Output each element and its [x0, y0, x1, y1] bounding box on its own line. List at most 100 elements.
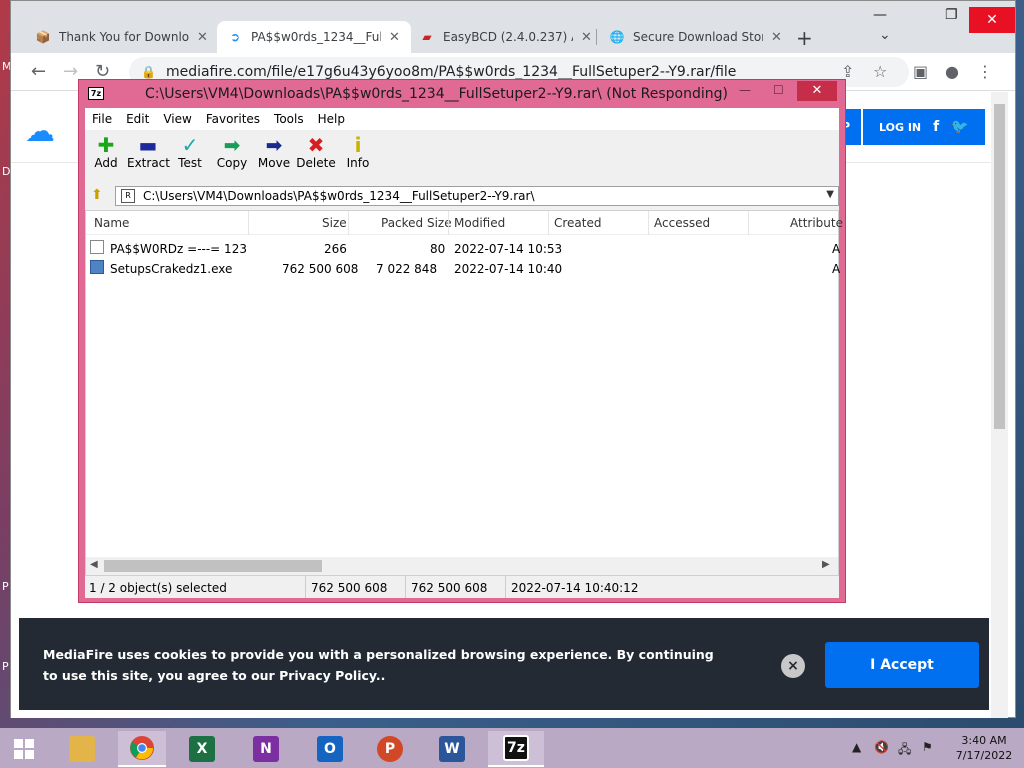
clock-date: 7/17/2022 — [955, 749, 1013, 762]
tab-mediafire[interactable]: ➲ PA$$w0rds_1234__FullS ✕ — [217, 21, 411, 53]
close-window-icon[interactable]: ✕ — [969, 7, 1015, 33]
col-created[interactable]: Created — [554, 216, 602, 230]
restore-icon[interactable]: ❐ — [945, 7, 958, 23]
tab-search-icon[interactable]: ⌄ — [879, 27, 891, 43]
minimize-icon[interactable]: — — [739, 83, 751, 97]
twitter-icon[interactable]: 🐦 — [951, 119, 968, 135]
file-name: SetupsCrakedz1.exe — [110, 262, 233, 276]
status-divider — [505, 576, 506, 598]
tab-strip: 📦 Thank You for Downloa ✕ ➲ PA$$w0rds_12… — [11, 1, 1015, 53]
horizontal-scrollbar[interactable]: ◀ ▶ — [86, 557, 838, 575]
folder-up-icon[interactable]: ⬆ — [91, 187, 103, 203]
new-tab-icon[interactable]: + — [796, 26, 813, 50]
taskbar-file-explorer[interactable] — [58, 731, 106, 767]
close-tab-icon[interactable]: ✕ — [197, 30, 208, 45]
cookie-text: MediaFire uses cookies to provide you wi… — [43, 647, 714, 683]
copy-button[interactable]: ➡ Copy — [211, 134, 253, 170]
col-size[interactable]: Size — [322, 216, 347, 230]
profile-icon[interactable]: ● — [945, 62, 959, 81]
column-divider — [648, 211, 649, 235]
minimize-icon[interactable]: — — [873, 7, 887, 23]
scrollbar-thumb[interactable] — [994, 104, 1005, 429]
sevenzip-body: File Edit View Favorites Tools Help ✚ Ad… — [85, 108, 843, 598]
col-attributes[interactable]: Attribute — [790, 216, 843, 230]
sevenzip-toolbar: ✚ Add ▬ Extract ✓ Test ➡ Copy ➡ Move ✖ D… — [85, 130, 839, 182]
tool-label: Copy — [216, 156, 248, 170]
col-packed-size[interactable]: Packed Size — [381, 216, 452, 230]
menu-view[interactable]: View — [156, 112, 198, 126]
tool-label: Delete — [296, 156, 336, 170]
info-button[interactable]: i Info — [337, 134, 379, 170]
status-packed: 762 500 608 — [411, 581, 488, 595]
taskbar-chrome[interactable] — [118, 731, 166, 767]
tab-title: PA$$w0rds_1234__FullS — [251, 30, 381, 44]
exe-file-icon — [90, 260, 104, 274]
menu-help[interactable]: Help — [311, 112, 352, 126]
window-title: C:\Users\VM4\Downloads\PA$$w0rds_1234__F… — [145, 86, 728, 102]
scroll-right-icon[interactable]: ▶ — [822, 559, 830, 570]
cookie-close-button[interactable]: × — [781, 654, 805, 678]
onenote-icon: N — [253, 736, 279, 762]
mediafire-logo[interactable]: ☁ — [25, 114, 75, 149]
delete-button[interactable]: ✖ Delete — [295, 134, 337, 170]
bookmark-star-icon[interactable]: ☆ — [873, 62, 887, 81]
accept-cookies-button[interactable]: I Accept — [825, 642, 979, 688]
menu-file[interactable]: File — [85, 112, 119, 126]
col-name[interactable]: Name — [94, 216, 129, 230]
tab-thank-you[interactable]: 📦 Thank You for Downloa ✕ — [25, 21, 218, 53]
sevenzip-titlebar[interactable]: 7z C:\Users\VM4\Downloads\PA$$w0rds_1234… — [79, 80, 845, 108]
taskbar-onenote[interactable]: N — [242, 731, 290, 767]
cookie-banner: MediaFire uses cookies to provide you wi… — [19, 618, 989, 710]
side-panel-icon[interactable]: ▣ — [913, 62, 928, 81]
col-accessed[interactable]: Accessed — [654, 216, 710, 230]
path-bar: ⬆ R C:\Users\VM4\Downloads\PA$$w0rds_123… — [85, 184, 839, 208]
taskbar-outlook[interactable]: O — [306, 731, 354, 767]
notification-flag-icon[interactable]: ⚑ — [922, 740, 933, 754]
extract-button[interactable]: ▬ Extract — [127, 134, 170, 170]
menu-edit[interactable]: Edit — [119, 112, 156, 126]
path-field[interactable]: R C:\Users\VM4\Downloads\PA$$w0rds_1234_… — [115, 186, 839, 206]
test-button[interactable]: ✓ Test — [169, 134, 211, 170]
move-arrow-icon: ➡ — [265, 133, 283, 157]
check-icon: ✓ — [181, 133, 199, 157]
table-row[interactable]: SetupsCrakedz1.exe 762 500 608 7 022 848… — [86, 257, 841, 277]
tab-easybcd[interactable]: ▰ EasyBCD (2.4.0.237) Act ✕ — [409, 21, 602, 53]
facebook-icon[interactable]: f — [933, 119, 939, 135]
chevron-up-icon[interactable]: ▲ — [852, 740, 861, 754]
move-button[interactable]: ➡ Move — [253, 134, 295, 170]
col-modified[interactable]: Modified — [454, 216, 505, 230]
tool-label: Add — [94, 156, 118, 170]
attributes: A — [832, 262, 841, 276]
taskbar-word[interactable]: W — [428, 731, 476, 767]
menu-kebab-icon[interactable]: ⋮ — [977, 62, 993, 81]
taskbar-7zip[interactable]: 7z — [488, 731, 544, 767]
start-button[interactable] — [0, 731, 48, 767]
volume-muted-icon[interactable]: 🔇 — [874, 740, 889, 754]
maximize-icon[interactable]: ☐ — [773, 83, 784, 97]
chevron-down-icon[interactable]: ▼ — [826, 189, 834, 200]
menu-favorites[interactable]: Favorites — [199, 112, 267, 126]
login-link[interactable]: LOG IN — [879, 121, 921, 134]
close-window-icon[interactable]: ✕ — [797, 81, 837, 101]
menu-tools[interactable]: Tools — [267, 112, 311, 126]
taskbar-powerpoint[interactable]: P — [366, 731, 414, 767]
tab-secure-download[interactable]: 🌐 Secure Download Stora ✕ — [599, 21, 792, 53]
scrollbar-thumb[interactable] — [104, 560, 322, 572]
back-icon[interactable]: ← — [31, 61, 46, 82]
tool-label: Test — [178, 156, 202, 170]
table-row[interactable]: PA$$W0RDz =---= 123... 266 80 2022-07-14… — [86, 237, 840, 257]
add-button[interactable]: ✚ Add — [85, 134, 127, 170]
close-tab-icon[interactable]: ✕ — [771, 30, 782, 45]
page-scrollbar[interactable] — [991, 92, 1008, 718]
forward-icon[interactable]: → — [63, 61, 78, 82]
network-icon[interactable]: 🖧 — [898, 740, 911, 761]
column-divider — [248, 211, 249, 235]
taskbar-excel[interactable]: X — [178, 731, 226, 767]
column-header: Name Size Packed Size Modified Created A… — [86, 211, 843, 235]
tool-label: Info — [346, 156, 370, 170]
system-clock[interactable]: 3:40 AM 7/17/2022 — [944, 733, 1024, 763]
status-divider — [305, 576, 306, 598]
close-tab-icon[interactable]: ✕ — [581, 30, 592, 45]
close-tab-icon[interactable]: ✕ — [389, 30, 400, 45]
scroll-left-icon[interactable]: ◀ — [90, 559, 98, 570]
